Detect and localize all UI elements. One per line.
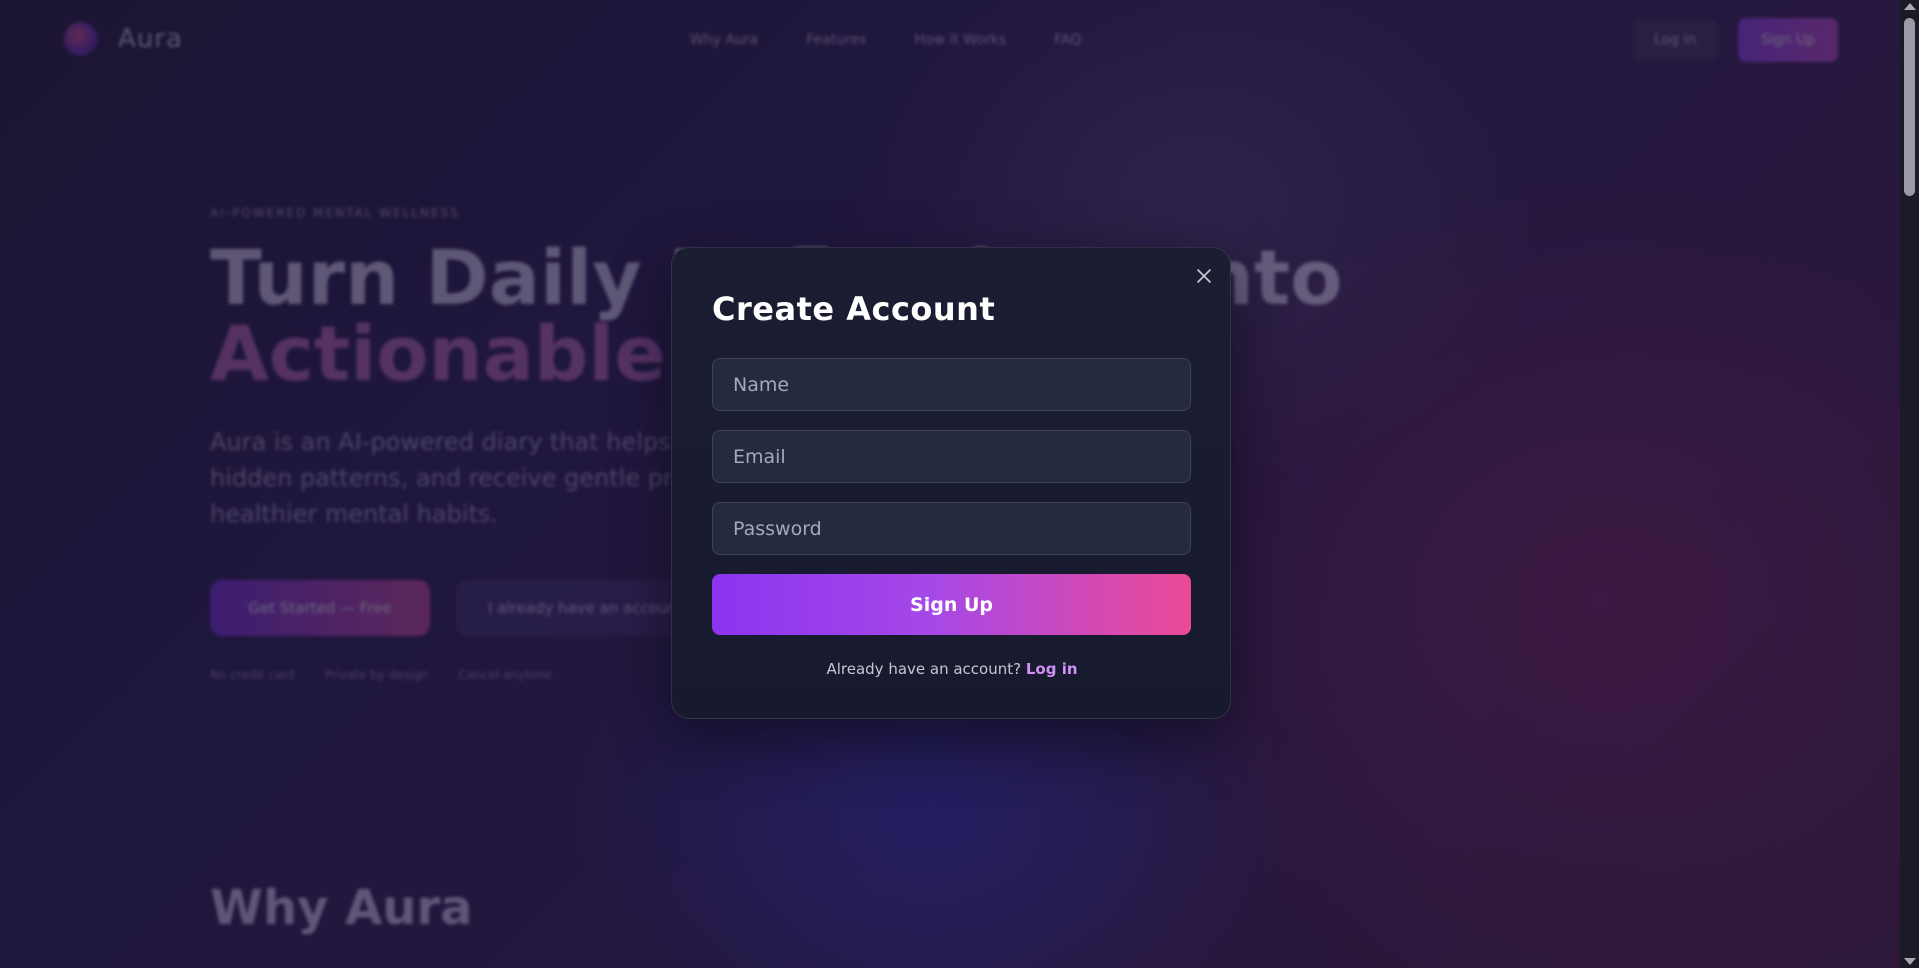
password-input[interactable] (712, 502, 1191, 555)
create-account-modal: Create Account Sign Up Already have an a… (671, 247, 1231, 719)
login-prompt: Already have an account? Log in (672, 660, 1232, 678)
page-scrollbar[interactable] (1900, 0, 1919, 968)
name-input[interactable] (712, 358, 1191, 411)
sign-up-button[interactable]: Sign Up (712, 574, 1191, 635)
scrollbar-thumb[interactable] (1904, 18, 1915, 196)
login-prompt-text: Already have an account? (826, 660, 1022, 678)
modal-title: Create Account (712, 290, 996, 328)
scroll-up-arrow-icon[interactable] (1904, 3, 1916, 10)
login-link[interactable]: Log in (1026, 660, 1078, 678)
close-icon[interactable] (1190, 262, 1218, 290)
email-input[interactable] (712, 430, 1191, 483)
scroll-down-arrow-icon[interactable] (1904, 958, 1916, 965)
